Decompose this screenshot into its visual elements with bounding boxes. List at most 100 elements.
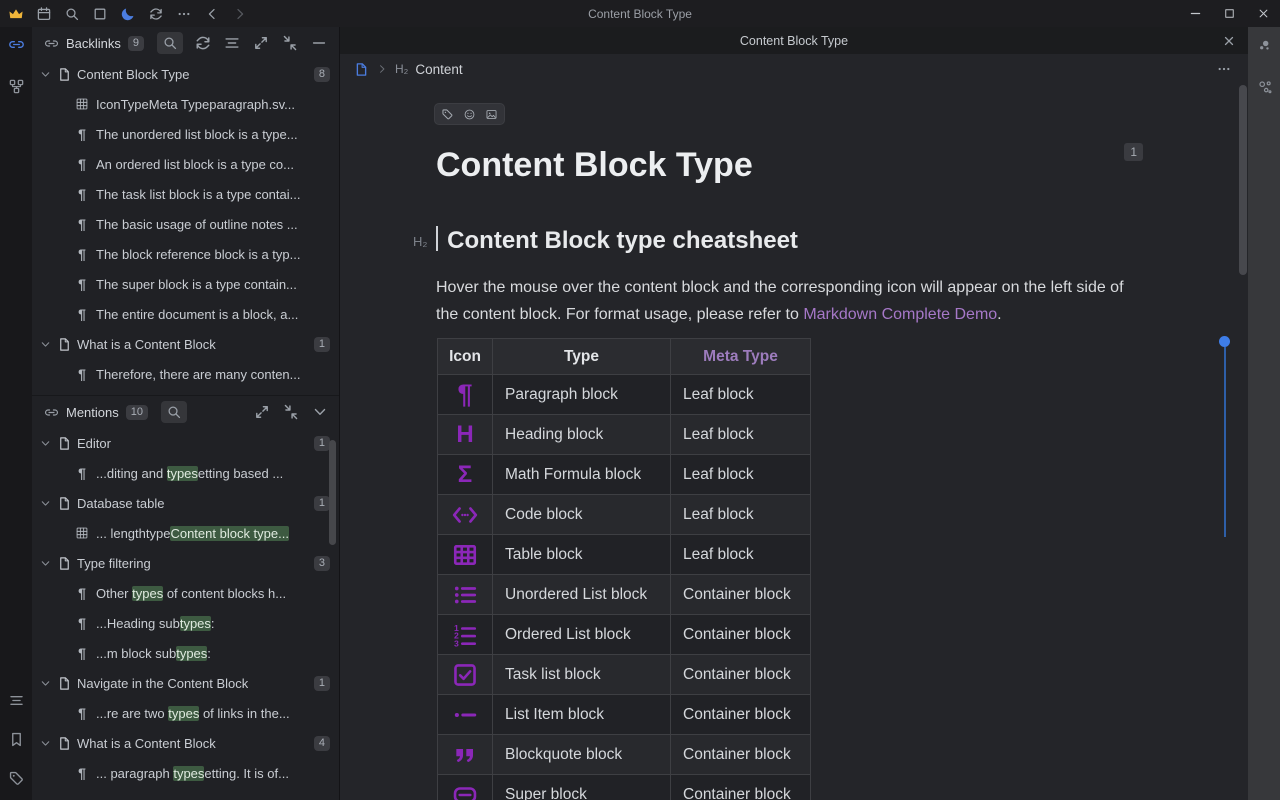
sync-icon[interactable] <box>148 6 164 22</box>
dock-bookmark-icon[interactable] <box>8 731 25 748</box>
tab-content-block-type[interactable]: Content Block Type <box>740 34 848 48</box>
search-icon[interactable] <box>157 32 183 54</box>
chevron-left-icon[interactable] <box>204 6 220 22</box>
table-cell-meta-type[interactable]: Leaf block <box>671 535 811 575</box>
table-cell-meta-type[interactable]: Container block <box>671 615 811 655</box>
tree-block-item[interactable]: ¶The entire document is a block, a... <box>32 299 339 329</box>
tree-block-item[interactable]: ¶The block reference block is a typ... <box>32 239 339 269</box>
emoji-icon[interactable] <box>463 108 476 121</box>
markdown-demo-link[interactable]: Markdown Complete Demo <box>803 306 997 323</box>
code-block-icon-cell[interactable] <box>438 495 493 535</box>
table-cell-meta-type[interactable]: Container block <box>671 695 811 735</box>
table-cell-type[interactable]: Unordered List block <box>493 575 671 615</box>
sidebar-scrollbar-thumb[interactable] <box>329 440 336 545</box>
document-icon[interactable] <box>354 62 369 77</box>
chevron-down-icon[interactable] <box>39 338 52 351</box>
dock-tag-icon[interactable] <box>8 770 25 787</box>
expand-icon[interactable] <box>252 34 270 52</box>
task-list-block-icon-cell[interactable] <box>438 655 493 695</box>
table-cell-meta-type[interactable]: Leaf block <box>671 455 811 495</box>
math-block-icon-cell[interactable]: Σ <box>438 455 493 495</box>
table-block-icon-cell[interactable] <box>438 535 493 575</box>
table-cell-meta-type[interactable]: Leaf block <box>671 375 811 415</box>
table-cell-type[interactable]: Math Formula block <box>493 455 671 495</box>
blockquote-block-icon-cell[interactable] <box>438 735 493 775</box>
tree-block-item[interactable]: ¶The basic usage of outline notes ... <box>32 209 339 239</box>
tree-doc-item[interactable]: Navigate in the Content Block1 <box>32 668 339 698</box>
search-icon[interactable] <box>64 6 80 22</box>
minimize-button[interactable] <box>1178 0 1212 27</box>
tree-block-item[interactable]: ... lengthtypeContent block type... <box>32 518 339 548</box>
chevron-down-icon[interactable] <box>39 737 52 750</box>
dock-outline-icon[interactable] <box>8 692 25 709</box>
editor-scrollbar-thumb[interactable] <box>1239 85 1247 275</box>
tree-doc-item[interactable]: Database table1 <box>32 488 339 518</box>
maximize-button[interactable] <box>1212 0 1246 27</box>
heading-block[interactable]: H₂ Content Block type cheatsheet <box>436 226 798 255</box>
expand-icon[interactable] <box>253 403 271 421</box>
ref-count-badge[interactable]: 1 <box>1124 143 1143 161</box>
paragraph-block[interactable]: Hover the mouse over the content block a… <box>436 274 1142 328</box>
tree-block-item[interactable]: ¶An ordered list block is a type co... <box>32 149 339 179</box>
breadcrumb-item-content[interactable]: Content <box>415 62 462 77</box>
table-cell-type[interactable]: Paragraph block <box>493 375 671 415</box>
close-button[interactable] <box>1246 0 1280 27</box>
tree-block-item[interactable]: ¶...diting and typesetting based ... <box>32 458 339 488</box>
ellipsis-icon[interactable] <box>176 6 192 22</box>
chevron-down-icon[interactable] <box>311 403 329 421</box>
chevron-down-icon[interactable] <box>39 497 52 510</box>
table-cell-type[interactable]: List Item block <box>493 695 671 735</box>
align-center-icon[interactable] <box>223 34 241 52</box>
tree-doc-item[interactable]: What is a Content Block4 <box>32 728 339 758</box>
tree-block-item[interactable]: ¶The super block is a type contain... <box>32 269 339 299</box>
heading-block-icon-cell[interactable]: H <box>438 415 493 455</box>
tree-block-item[interactable]: IconTypeMeta Typeparagraph.sv... <box>32 89 339 119</box>
document-title[interactable]: Content Block Type 1 <box>436 146 1160 185</box>
table-cell-type[interactable]: Heading block <box>493 415 671 455</box>
dock-global-graph-icon[interactable] <box>1256 78 1273 95</box>
dock-graph-branch-icon[interactable] <box>8 78 25 95</box>
table-cell-type[interactable]: Blockquote block <box>493 735 671 775</box>
tree-block-item[interactable]: ¶... paragraph typesetting. It is of... <box>32 758 339 788</box>
sync-icon[interactable] <box>194 34 212 52</box>
ordered-list-block-icon-cell[interactable]: 123 <box>438 615 493 655</box>
chevron-down-icon[interactable] <box>39 557 52 570</box>
list-item-block-icon-cell[interactable] <box>438 695 493 735</box>
contract-icon[interactable] <box>282 403 300 421</box>
table-cell-type[interactable]: Task list block <box>493 655 671 695</box>
dock-graph-icon[interactable] <box>1256 37 1273 54</box>
paragraph-block-icon-cell[interactable]: ¶ <box>438 375 493 415</box>
calendar-icon[interactable] <box>36 6 52 22</box>
table-cell-type[interactable]: Ordered List block <box>493 615 671 655</box>
tag-icon[interactable] <box>441 108 454 121</box>
chevron-down-icon[interactable] <box>39 437 52 450</box>
tree-doc-item[interactable]: Editor1 <box>32 428 339 458</box>
tree-block-item[interactable]: ¶...m block subtypes: <box>32 638 339 668</box>
table-cell-type[interactable]: Super block <box>493 775 671 800</box>
tree-block-item[interactable]: ¶...Heading subtypes: <box>32 608 339 638</box>
contract-icon[interactable] <box>281 34 299 52</box>
table-cell-meta-type[interactable]: Container block <box>671 735 811 775</box>
dock-link-icon[interactable] <box>8 36 25 53</box>
table-cell-meta-type[interactable]: Container block <box>671 775 811 800</box>
tree-block-item[interactable]: ¶...re are two types of links in the... <box>32 698 339 728</box>
table-cell-type[interactable]: Code block <box>493 495 671 535</box>
table-cell-meta-type[interactable]: Container block <box>671 575 811 615</box>
more-options-icon[interactable] <box>1216 61 1232 77</box>
tree-doc-item[interactable]: Type filtering3 <box>32 548 339 578</box>
minus-icon[interactable] <box>310 34 328 52</box>
tree-block-item[interactable]: ¶The task list block is a type contai... <box>32 179 339 209</box>
search-icon[interactable] <box>161 401 187 423</box>
unordered-list-block-icon-cell[interactable] <box>438 575 493 615</box>
tab-close-icon[interactable] <box>1222 34 1236 48</box>
table-cell-meta-type[interactable]: Container block <box>671 655 811 695</box>
chevron-down-icon[interactable] <box>39 68 52 81</box>
super-block-block-icon-cell[interactable] <box>438 775 493 800</box>
moon-icon[interactable] <box>120 6 136 22</box>
tree-block-item[interactable]: ¶Therefore, there are many conten... <box>32 359 339 389</box>
tree-block-item[interactable]: ¶The unordered list block is a type... <box>32 119 339 149</box>
tree-doc-item[interactable]: What is a Content Block1 <box>32 329 339 359</box>
square-icon[interactable] <box>92 6 108 22</box>
tree-block-item[interactable]: ¶Other types of content blocks h... <box>32 578 339 608</box>
editor[interactable]: Content Block Type 1 H₂ Content Block ty… <box>340 84 1248 800</box>
